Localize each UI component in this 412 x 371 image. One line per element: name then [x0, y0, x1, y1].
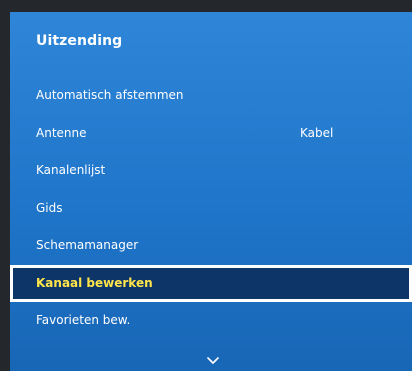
menu-item-label: Kanalenlijst [36, 163, 106, 177]
menu-item-antenne[interactable]: Antenne Kabel [10, 115, 412, 153]
menu-title: Uitzending [36, 33, 123, 49]
menu-item-kanaal-bewerken[interactable]: Kanaal bewerken [10, 264, 412, 302]
menu-item-kanalenlijst[interactable]: Kanalenlijst [10, 152, 412, 190]
menu-item-automatisch-afstemmen[interactable]: Automatisch afstemmen [10, 77, 412, 115]
menu-item-label: Kanaal bewerken [36, 275, 153, 290]
menu-item-gids[interactable]: Gids [10, 190, 412, 228]
menu-item-label: Automatisch afstemmen [36, 88, 184, 102]
broadcast-menu-panel: Uitzending Automatisch afstemmen Antenne… [10, 12, 412, 371]
menu-list: Automatisch afstemmen Antenne Kabel Kana… [10, 77, 412, 340]
menu-item-label: Antenne [36, 125, 87, 140]
menu-item-favorieten-bew[interactable]: Favorieten bew. [10, 302, 412, 340]
menu-item-label: Favorieten bew. [36, 313, 131, 327]
menu-item-label: Gids [36, 200, 63, 215]
chevron-down-icon[interactable] [206, 352, 220, 364]
tv-screen-frame: Uitzending Automatisch afstemmen Antenne… [0, 0, 412, 371]
menu-item-label: Schemamanager [36, 238, 139, 252]
menu-item-value: Kabel [300, 125, 334, 140]
menu-item-schemamanager[interactable]: Schemamanager [10, 227, 412, 265]
